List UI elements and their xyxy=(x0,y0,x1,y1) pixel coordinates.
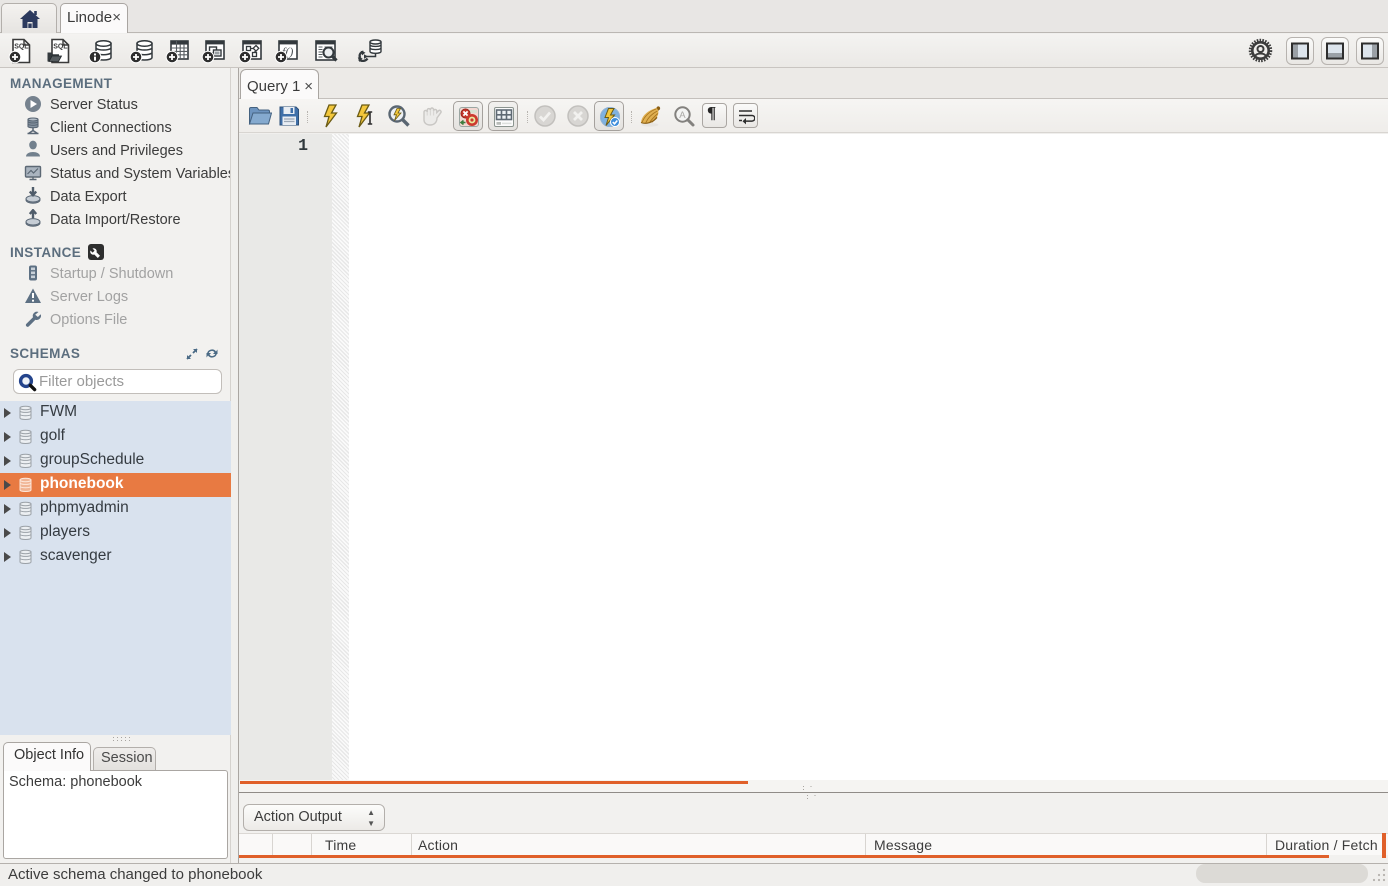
svg-text:A: A xyxy=(679,110,686,121)
svg-text:SQL: SQL xyxy=(14,44,29,51)
svg-text:SQL: SQL xyxy=(53,44,68,51)
